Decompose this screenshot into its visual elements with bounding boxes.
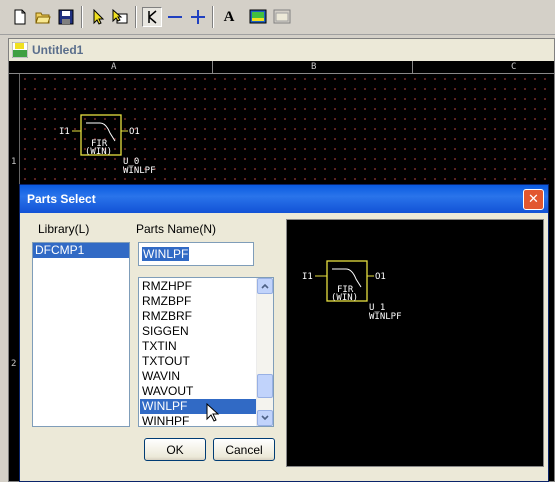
document-titlebar: Untitled1 — [9, 39, 554, 61]
chevron-down-icon — [261, 415, 269, 421]
ok-button[interactable]: OK — [144, 438, 206, 461]
main-toolbar: A — [0, 0, 555, 35]
select-arrow-icon — [93, 9, 105, 25]
new-file-button[interactable] — [10, 7, 30, 27]
column-label: B — [311, 62, 317, 72]
preview-input-label: I1 — [302, 272, 313, 282]
dialog-title: Parts Select — [27, 192, 96, 206]
list-item[interactable]: TXTOUT — [140, 354, 256, 369]
list-item[interactable]: RMZHPF — [140, 279, 256, 294]
save-icon — [58, 9, 74, 25]
document-title: Untitled1 — [32, 43, 84, 57]
toolbar-separator — [212, 6, 214, 28]
image-icon — [249, 9, 267, 24]
column-ruler: A B C — [9, 61, 554, 74]
close-icon: ✕ — [528, 192, 539, 207]
preview-part-name: WINLPF — [369, 312, 402, 322]
parts-name-value: WINLPF — [142, 247, 190, 261]
chevron-up-icon — [261, 283, 269, 289]
library-label: Library(L) — [38, 222, 90, 236]
dialog-titlebar: Parts Select ✕ — [20, 185, 548, 213]
new-file-icon — [14, 9, 26, 25]
line-tool-icon — [148, 10, 157, 24]
preview-body-line2: (WIN) — [331, 293, 358, 303]
part-preview: I1 O1 FIR (WIN) U_1 WINLPF — [286, 219, 544, 467]
scroll-up-button[interactable] — [257, 278, 273, 294]
parts-list-scrollbar[interactable] — [256, 278, 273, 426]
scroll-thumb[interactable] — [257, 374, 273, 398]
dialog-button[interactable] — [272, 7, 292, 27]
line-tool-button[interactable] — [142, 7, 162, 27]
save-button[interactable] — [56, 7, 76, 27]
horizontal-line-icon — [168, 16, 182, 18]
text-button[interactable]: A — [219, 7, 239, 27]
row-label: 1 — [11, 157, 17, 167]
cancel-button[interactable]: Cancel — [213, 438, 275, 461]
list-item[interactable]: WAVOUT — [140, 384, 256, 399]
list-item[interactable]: RMZBRF — [140, 309, 256, 324]
scroll-down-button[interactable] — [257, 410, 273, 426]
row-label: 2 — [11, 359, 17, 369]
select-parts-icon — [112, 9, 128, 24]
preview-fir-symbol: I1 O1 FIR (WIN) U_1 WINLPF — [302, 260, 402, 322]
list-item[interactable]: DFCMP1 — [33, 243, 129, 258]
ok-label: OK — [166, 442, 184, 457]
list-item[interactable]: WINHPF — [140, 414, 256, 426]
column-label: A — [111, 62, 117, 72]
list-item[interactable]: RMZBPF — [140, 294, 256, 309]
parts-select-dialog: Parts Select ✕ Library(L) Parts Name(N) … — [19, 184, 549, 482]
list-item[interactable]: WAVIN — [140, 369, 256, 384]
dialog-icon — [273, 9, 291, 24]
select-parts-button[interactable] — [110, 7, 130, 27]
symbol-body-line2: (WIN) — [85, 147, 112, 157]
junction-button[interactable] — [188, 7, 208, 27]
symbol-output-label: O1 — [129, 127, 140, 137]
open-folder-icon — [35, 12, 51, 24]
list-item[interactable]: TXTIN — [140, 339, 256, 354]
text-icon: A — [223, 8, 235, 25]
image-button[interactable] — [248, 7, 268, 27]
symbol-input-label: I1 — [59, 127, 70, 137]
toolbar-separator — [81, 6, 83, 28]
horizontal-line-button[interactable] — [165, 7, 185, 27]
list-item-selected[interactable]: WINLPF — [140, 399, 256, 414]
parts-name-input[interactable]: WINLPF — [138, 242, 254, 266]
library-list[interactable]: DFCMP1 — [32, 242, 130, 427]
fir-symbol[interactable]: I1 O1 FIR (WIN) U_0 WINLPF — [20, 74, 555, 194]
junction-icon — [191, 10, 205, 24]
select-button[interactable] — [88, 7, 108, 27]
cancel-label: Cancel — [225, 442, 263, 457]
open-button[interactable] — [33, 7, 53, 27]
symbol-part-name: WINLPF — [123, 166, 156, 176]
column-label: C — [511, 62, 517, 72]
dsp-app-icon — [12, 42, 28, 58]
list-item[interactable]: SIGGEN — [140, 324, 256, 339]
preview-output-label: O1 — [375, 272, 386, 282]
toolbar-separator — [135, 6, 137, 28]
parts-name-label: Parts Name(N) — [136, 222, 217, 236]
close-button[interactable]: ✕ — [523, 189, 544, 210]
mouse-pointer-icon — [206, 403, 220, 422]
